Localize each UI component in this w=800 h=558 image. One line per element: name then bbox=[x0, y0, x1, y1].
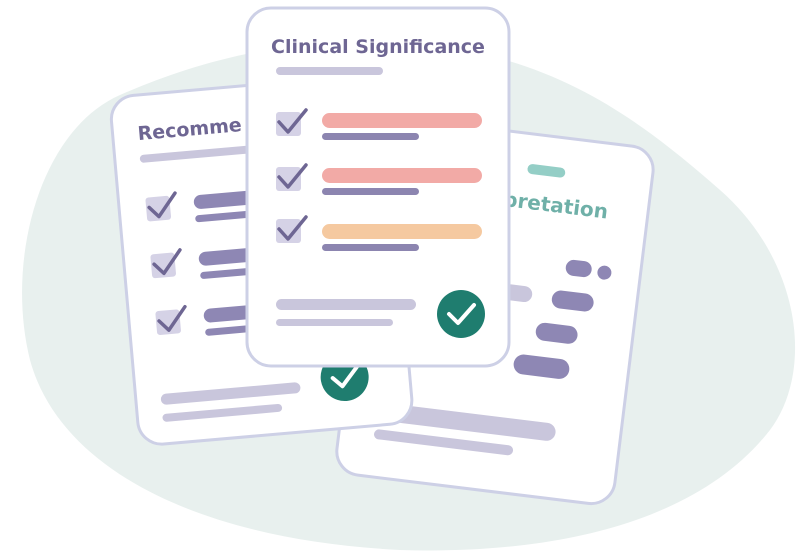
center-row-bar bbox=[322, 133, 419, 140]
center-card-title-underline bbox=[276, 67, 383, 75]
check-circle-icon bbox=[437, 290, 485, 338]
illustration: rpretation Recomme Clinical Significance bbox=[22, 6, 796, 551]
center-footer-bar bbox=[276, 319, 393, 326]
center-row-bar bbox=[322, 244, 419, 251]
center-row-bar bbox=[322, 168, 482, 183]
center-card: Clinical Significance bbox=[245, 6, 511, 368]
center-footer-bar bbox=[276, 299, 416, 310]
center-row-bar bbox=[322, 188, 419, 195]
center-card-title: Clinical Significance bbox=[271, 36, 485, 58]
center-row-bar bbox=[322, 224, 482, 239]
center-row-bar bbox=[322, 113, 482, 128]
